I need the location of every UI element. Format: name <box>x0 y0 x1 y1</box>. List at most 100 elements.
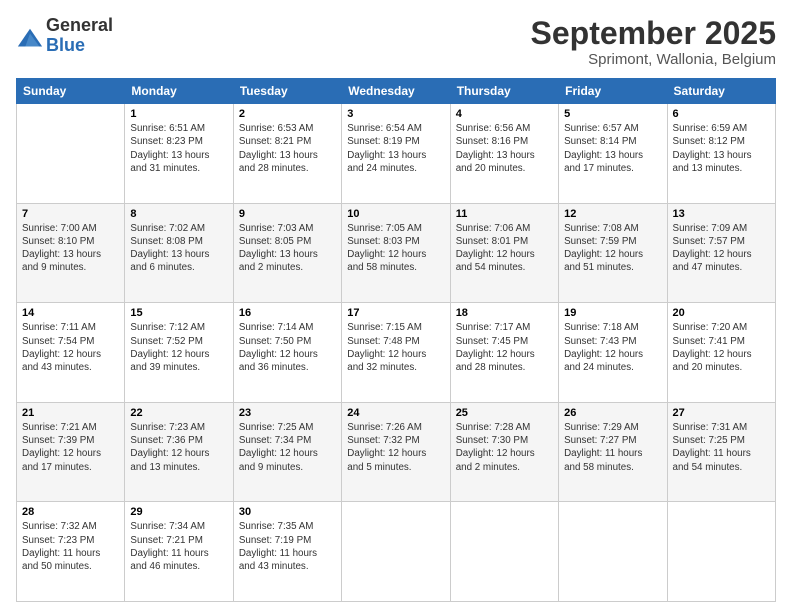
logo-general: General <box>46 16 113 36</box>
day-number: 26 <box>564 407 661 419</box>
calendar-cell: 18 Sunrise: 7:17 AM Sunset: 7:45 PM Dayli… <box>450 303 558 403</box>
day-number: 27 <box>673 407 770 419</box>
day-number: 3 <box>347 108 444 120</box>
calendar-week-4: 21 Sunrise: 7:21 AM Sunset: 7:39 PM Dayli… <box>17 402 776 502</box>
day-number: 7 <box>22 208 119 220</box>
day-info: Sunrise: 6:54 AM Sunset: 8:19 PM Dayligh… <box>347 122 444 175</box>
day-number: 24 <box>347 407 444 419</box>
day-info: Sunrise: 7:20 AM Sunset: 7:41 PM Dayligh… <box>673 321 770 374</box>
day-info: Sunrise: 6:53 AM Sunset: 8:21 PM Dayligh… <box>239 122 336 175</box>
calendar-cell: 20Sunrise: 7:20 AM Sunset: 7:41 PM Dayli… <box>667 303 775 403</box>
day-number: 14 <box>22 307 119 319</box>
day-number: 1 <box>130 108 227 120</box>
calendar-cell: 24 Sunrise: 7:26 AM Sunset: 7:32 PM Dayli… <box>342 402 450 502</box>
day-info: Sunrise: 7:23 AM Sunset: 7:36 PM Dayligh… <box>130 421 227 474</box>
day-number: 12 <box>564 208 661 220</box>
calendar-cell <box>450 502 558 602</box>
calendar-cell: 4 Sunrise: 6:56 AM Sunset: 8:16 PM Daylig… <box>450 104 558 204</box>
calendar-header-monday: Monday <box>125 79 233 104</box>
day-info: Sunrise: 7:14 AM Sunset: 7:50 PM Dayligh… <box>239 321 336 374</box>
day-number: 22 <box>130 407 227 419</box>
calendar-cell: 12 Sunrise: 7:08 AM Sunset: 7:59 PM Dayli… <box>559 203 667 303</box>
day-info: Sunrise: 7:17 AM Sunset: 7:45 PM Dayligh… <box>456 321 553 374</box>
day-number: 4 <box>456 108 553 120</box>
day-info: Sunrise: 7:05 AM Sunset: 8:03 PM Dayligh… <box>347 222 444 275</box>
day-info: Sunrise: 7:08 AM Sunset: 7:59 PM Dayligh… <box>564 222 661 275</box>
calendar-cell: 27Sunrise: 7:31 AM Sunset: 7:25 PM Dayli… <box>667 402 775 502</box>
day-info: Sunrise: 7:15 AM Sunset: 7:48 PM Dayligh… <box>347 321 444 374</box>
day-number: 11 <box>456 208 553 220</box>
day-number: 15 <box>130 307 227 319</box>
calendar-cell: 14 Sunrise: 7:11 AM Sunset: 7:54 PM Dayli… <box>17 303 125 403</box>
main-title: September 2025 <box>531 16 776 51</box>
day-info: Sunrise: 6:51 AM Sunset: 8:23 PM Dayligh… <box>130 122 227 175</box>
calendar-cell <box>559 502 667 602</box>
calendar-cell: 5 Sunrise: 6:57 AM Sunset: 8:14 PM Daylig… <box>559 104 667 204</box>
calendar-cell: 1 Sunrise: 6:51 AM Sunset: 8:23 PM Daylig… <box>125 104 233 204</box>
day-info: Sunrise: 7:34 AM Sunset: 7:21 PM Dayligh… <box>130 520 227 573</box>
page: General Blue September 2025 Sprimont, Wa… <box>0 0 792 612</box>
header: General Blue September 2025 Sprimont, Wa… <box>16 16 776 68</box>
day-info: Sunrise: 7:12 AM Sunset: 7:52 PM Dayligh… <box>130 321 227 374</box>
day-number: 30 <box>239 506 336 518</box>
day-number: 2 <box>239 108 336 120</box>
day-number: 28 <box>22 506 119 518</box>
calendar-header-saturday: Saturday <box>667 79 775 104</box>
calendar-cell: 8 Sunrise: 7:02 AM Sunset: 8:08 PM Daylig… <box>125 203 233 303</box>
calendar-cell: 15 Sunrise: 7:12 AM Sunset: 7:52 PM Dayli… <box>125 303 233 403</box>
day-number: 18 <box>456 307 553 319</box>
title-block: September 2025 Sprimont, Wallonia, Belgi… <box>531 16 776 68</box>
day-info: Sunrise: 7:28 AM Sunset: 7:30 PM Dayligh… <box>456 421 553 474</box>
day-info: Sunrise: 7:35 AM Sunset: 7:19 PM Dayligh… <box>239 520 336 573</box>
day-number: 6 <box>673 108 770 120</box>
day-number: 5 <box>564 108 661 120</box>
day-info: Sunrise: 7:00 AM Sunset: 8:10 PM Dayligh… <box>22 222 119 275</box>
calendar-header-friday: Friday <box>559 79 667 104</box>
calendar-cell <box>17 104 125 204</box>
calendar-cell: 29 Sunrise: 7:34 AM Sunset: 7:21 PM Dayli… <box>125 502 233 602</box>
calendar-cell: 16 Sunrise: 7:14 AM Sunset: 7:50 PM Dayli… <box>233 303 341 403</box>
calendar-cell: 25Sunrise: 7:28 AM Sunset: 7:30 PM Dayli… <box>450 402 558 502</box>
day-info: Sunrise: 7:09 AM Sunset: 7:57 PM Dayligh… <box>673 222 770 275</box>
day-number: 21 <box>22 407 119 419</box>
calendar-cell: 28 Sunrise: 7:32 AM Sunset: 7:23 PM Dayli… <box>17 502 125 602</box>
calendar-header-sunday: Sunday <box>17 79 125 104</box>
calendar-cell: 9 Sunrise: 7:03 AM Sunset: 8:05 PM Daylig… <box>233 203 341 303</box>
calendar-cell: 6 Sunrise: 6:59 AM Sunset: 8:12 PM Daylig… <box>667 104 775 204</box>
day-info: Sunrise: 7:26 AM Sunset: 7:32 PM Dayligh… <box>347 421 444 474</box>
day-info: Sunrise: 7:11 AM Sunset: 7:54 PM Dayligh… <box>22 321 119 374</box>
day-info: Sunrise: 6:59 AM Sunset: 8:12 PM Dayligh… <box>673 122 770 175</box>
day-number: 17 <box>347 307 444 319</box>
calendar-cell <box>667 502 775 602</box>
calendar-header-wednesday: Wednesday <box>342 79 450 104</box>
calendar-header-tuesday: Tuesday <box>233 79 341 104</box>
day-info: Sunrise: 7:32 AM Sunset: 7:23 PM Dayligh… <box>22 520 119 573</box>
logo-icon <box>16 26 44 54</box>
day-number: 16 <box>239 307 336 319</box>
day-info: Sunrise: 6:57 AM Sunset: 8:14 PM Dayligh… <box>564 122 661 175</box>
calendar-cell: 2 Sunrise: 6:53 AM Sunset: 8:21 PM Daylig… <box>233 104 341 204</box>
day-info: Sunrise: 7:03 AM Sunset: 8:05 PM Dayligh… <box>239 222 336 275</box>
day-number: 9 <box>239 208 336 220</box>
day-info: Sunrise: 6:56 AM Sunset: 8:16 PM Dayligh… <box>456 122 553 175</box>
calendar-cell: 3 Sunrise: 6:54 AM Sunset: 8:19 PM Daylig… <box>342 104 450 204</box>
calendar: SundayMondayTuesdayWednesdayThursdayFrid… <box>16 78 776 602</box>
logo: General Blue <box>16 16 113 56</box>
day-info: Sunrise: 7:21 AM Sunset: 7:39 PM Dayligh… <box>22 421 119 474</box>
calendar-cell: 22 Sunrise: 7:23 AM Sunset: 7:36 PM Dayli… <box>125 402 233 502</box>
day-number: 29 <box>130 506 227 518</box>
calendar-week-2: 7 Sunrise: 7:00 AM Sunset: 8:10 PM Daylig… <box>17 203 776 303</box>
day-info: Sunrise: 7:29 AM Sunset: 7:27 PM Dayligh… <box>564 421 661 474</box>
calendar-cell: 30 Sunrise: 7:35 AM Sunset: 7:19 PM Dayli… <box>233 502 341 602</box>
calendar-header-row: SundayMondayTuesdayWednesdayThursdayFrid… <box>17 79 776 104</box>
day-number: 8 <box>130 208 227 220</box>
calendar-cell: 10Sunrise: 7:05 AM Sunset: 8:03 PM Dayli… <box>342 203 450 303</box>
day-info: Sunrise: 7:18 AM Sunset: 7:43 PM Dayligh… <box>564 321 661 374</box>
day-number: 13 <box>673 208 770 220</box>
calendar-cell: 11 Sunrise: 7:06 AM Sunset: 8:01 PM Dayli… <box>450 203 558 303</box>
day-info: Sunrise: 7:06 AM Sunset: 8:01 PM Dayligh… <box>456 222 553 275</box>
day-info: Sunrise: 7:02 AM Sunset: 8:08 PM Dayligh… <box>130 222 227 275</box>
calendar-week-3: 14 Sunrise: 7:11 AM Sunset: 7:54 PM Dayli… <box>17 303 776 403</box>
day-number: 19 <box>564 307 661 319</box>
logo-text: General Blue <box>46 16 113 56</box>
